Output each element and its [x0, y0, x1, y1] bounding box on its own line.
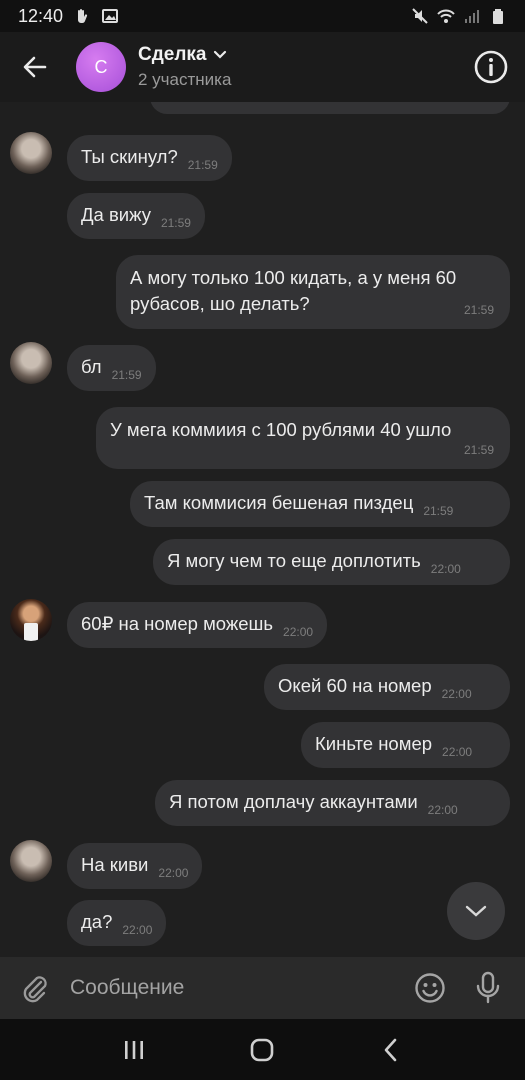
message-text: Я потом доплачу аккаунтами [169, 791, 418, 812]
chat-title-block[interactable]: Сделка 2 участника [138, 44, 231, 90]
composer-bar [0, 957, 525, 1019]
microphone-button[interactable] [459, 957, 517, 1019]
emoji-button[interactable] [401, 957, 459, 1019]
scroll-down-button[interactable] [447, 882, 505, 940]
image-icon [102, 9, 119, 23]
message-text: На киви [81, 854, 149, 875]
message-text: Там коммисия бешеная пиздец [144, 492, 414, 513]
message-time: 22:00 [158, 866, 189, 880]
signal-icon [465, 10, 479, 23]
recent-apps-button[interactable] [109, 1025, 159, 1075]
message-bubble[interactable]: Да вижу 21:59 [67, 193, 205, 239]
message-text: Я могу чем то еще доплотить [167, 550, 421, 571]
avatar[interactable] [10, 599, 52, 641]
message-text: Да вижу [81, 204, 151, 225]
status-time: 12:40 [18, 5, 64, 26]
message-bubble-partial[interactable]: 21:58 [150, 102, 510, 114]
microphone-icon [476, 971, 500, 1004]
message-text: бл [81, 356, 102, 377]
wifi-icon [437, 9, 455, 23]
chat-header: С Сделка 2 участника [0, 32, 525, 102]
message-time: 22:00 [283, 625, 314, 639]
message-time: 21:59 [463, 443, 494, 457]
message-time: 21:59 [187, 158, 218, 172]
message-bubble[interactable]: Окей 60 на номер 22:00 [264, 664, 510, 710]
chat-avatar[interactable]: С [76, 42, 126, 92]
message-text: Окей 60 на номер [278, 675, 432, 696]
message-bubble[interactable]: Я потом доплачу аккаунтами 22:00 [155, 780, 510, 826]
info-button[interactable] [473, 49, 509, 85]
message-time: 21:59 [160, 216, 191, 230]
hand-icon [78, 9, 88, 24]
message-bubble[interactable]: Я могу чем то еще доплотить 22:00 [153, 539, 510, 585]
message-bubble[interactable]: У мега коммиия с 100 рублями 40 ушло 21:5… [96, 407, 510, 469]
avatar[interactable] [10, 840, 52, 882]
message-bubble[interactable]: да? 22:00 [67, 900, 167, 946]
back-button[interactable] [0, 32, 70, 102]
recent-apps-icon [125, 1040, 144, 1059]
message-text: 60₽ на номер можешь [81, 613, 274, 634]
back-nav-button[interactable] [366, 1025, 416, 1075]
message-bubble[interactable]: 60₽ на номер можешь 22:00 [67, 602, 328, 648]
message-text: У мега коммиия с 100 рублями 40 ушло [110, 419, 452, 440]
back-nav-icon [384, 1038, 397, 1061]
chat-subtitle: 2 участника [138, 70, 232, 89]
message-input[interactable] [70, 976, 401, 1000]
message-text: Ты скинул? [81, 146, 178, 167]
message-bubble[interactable]: Киньте номер 22:00 [301, 722, 510, 768]
message-time: 22:00 [122, 923, 153, 937]
avatar[interactable] [10, 342, 52, 384]
info-icon [474, 50, 508, 84]
message-time: 21:59 [423, 504, 454, 518]
message-bubble[interactable]: бл 21:59 [67, 345, 156, 391]
message-time: 22:00 [442, 745, 473, 759]
message-time: 22:00 [441, 687, 472, 701]
message-bubble[interactable]: Там коммисия бешеная пиздец 21:59 [130, 481, 510, 527]
chevron-down-icon [465, 905, 487, 917]
message-time: 22:00 [427, 803, 458, 817]
home-button[interactable] [237, 1025, 287, 1075]
battery-icon [493, 9, 503, 24]
mute-icon [412, 8, 428, 24]
message-time: 21:59 [463, 303, 494, 317]
chevron-down-icon [213, 50, 226, 59]
message-text: да? [81, 911, 113, 932]
message-bubble[interactable]: А могу только 100 кидать, а у меня 60 ру… [116, 255, 510, 329]
status-bar: 12:40 [0, 0, 525, 32]
attach-button[interactable] [0, 957, 70, 1019]
system-nav-bar [0, 1019, 525, 1080]
message-list[interactable]: 21:58 Ты скинул? 21:59 Да вижу 21:59 А мог… [0, 102, 525, 957]
message-text: А могу только 100 кидать, а у меня 60 ру… [130, 267, 457, 314]
message-bubble[interactable]: На киви 22:00 [67, 843, 203, 889]
home-icon [251, 1038, 274, 1061]
message-time: 21:58 [464, 102, 494, 110]
message-bubble[interactable]: Ты скинул? 21:59 [67, 135, 232, 181]
message-time: 22:00 [430, 562, 461, 576]
message-text: Киньте номер [315, 733, 433, 754]
smile-icon [415, 973, 445, 1003]
chat-avatar-letter: С [94, 56, 108, 77]
chat-title: Сделка [138, 44, 207, 65]
paperclip-icon [23, 976, 47, 1003]
arrow-left-icon [23, 56, 47, 78]
message-time: 21:59 [111, 368, 142, 382]
avatar[interactable] [10, 132, 52, 174]
